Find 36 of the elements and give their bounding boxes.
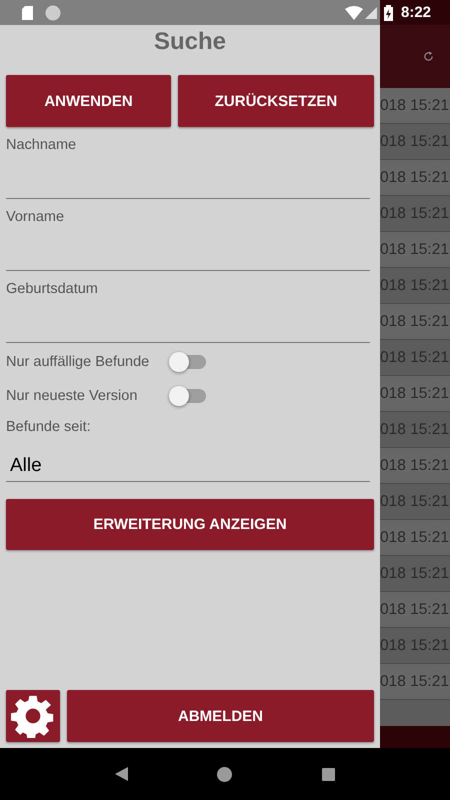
list-item-date: 018 15:21 [380, 672, 449, 690]
clock-time: 8:22 [401, 4, 432, 21]
signal-icon [365, 6, 377, 18]
field-label: Befunde seit: [6, 419, 92, 435]
refresh-icon[interactable] [423, 51, 434, 62]
switch-label: Nur neueste Version [6, 388, 138, 404]
field-label: Vorname [6, 209, 66, 225]
list-item-date: 018 15:21 [380, 168, 449, 186]
list-item-date: 018 15:21 [380, 240, 449, 258]
wifi-icon [345, 6, 363, 20]
home-icon[interactable] [217, 766, 232, 782]
circle-icon [45, 4, 61, 20]
list-item-date: 018 15:21 [380, 312, 449, 330]
drawer-title: Suche [154, 28, 226, 57]
sd-card-icon [22, 6, 33, 20]
field-label: Geburtsdatum [6, 281, 99, 297]
battery-icon [384, 4, 393, 20]
reset-button[interactable]: ZURÜCKSETZEN [178, 75, 374, 127]
toggle-switch[interactable] [172, 389, 206, 403]
logout-button[interactable]: ABMELDEN [67, 690, 374, 742]
bottom-bar [380, 726, 450, 748]
settings-button[interactable] [6, 690, 60, 742]
list-item-date: 018 15:21 [380, 384, 449, 402]
dropdown-field[interactable]: Alle [6, 449, 370, 482]
switch-label: Nur auffällige Befunde [6, 354, 150, 370]
recents-icon[interactable] [322, 768, 336, 780]
list-item-date: 018 15:21 [380, 528, 449, 546]
list-item-date: 018 15:21 [380, 96, 449, 114]
list-item-date: 018 15:21 [380, 456, 449, 474]
apply-button[interactable]: ANWENDEN [6, 75, 171, 127]
show-extension-button[interactable]: ERWEITERUNG ANZEIGEN [6, 499, 374, 550]
back-icon[interactable] [114, 767, 128, 781]
list-item-date: 018 15:21 [380, 600, 449, 618]
field-label: Nachname [6, 137, 78, 153]
settings-icon [11, 694, 55, 738]
toggle-switch[interactable] [172, 355, 206, 369]
